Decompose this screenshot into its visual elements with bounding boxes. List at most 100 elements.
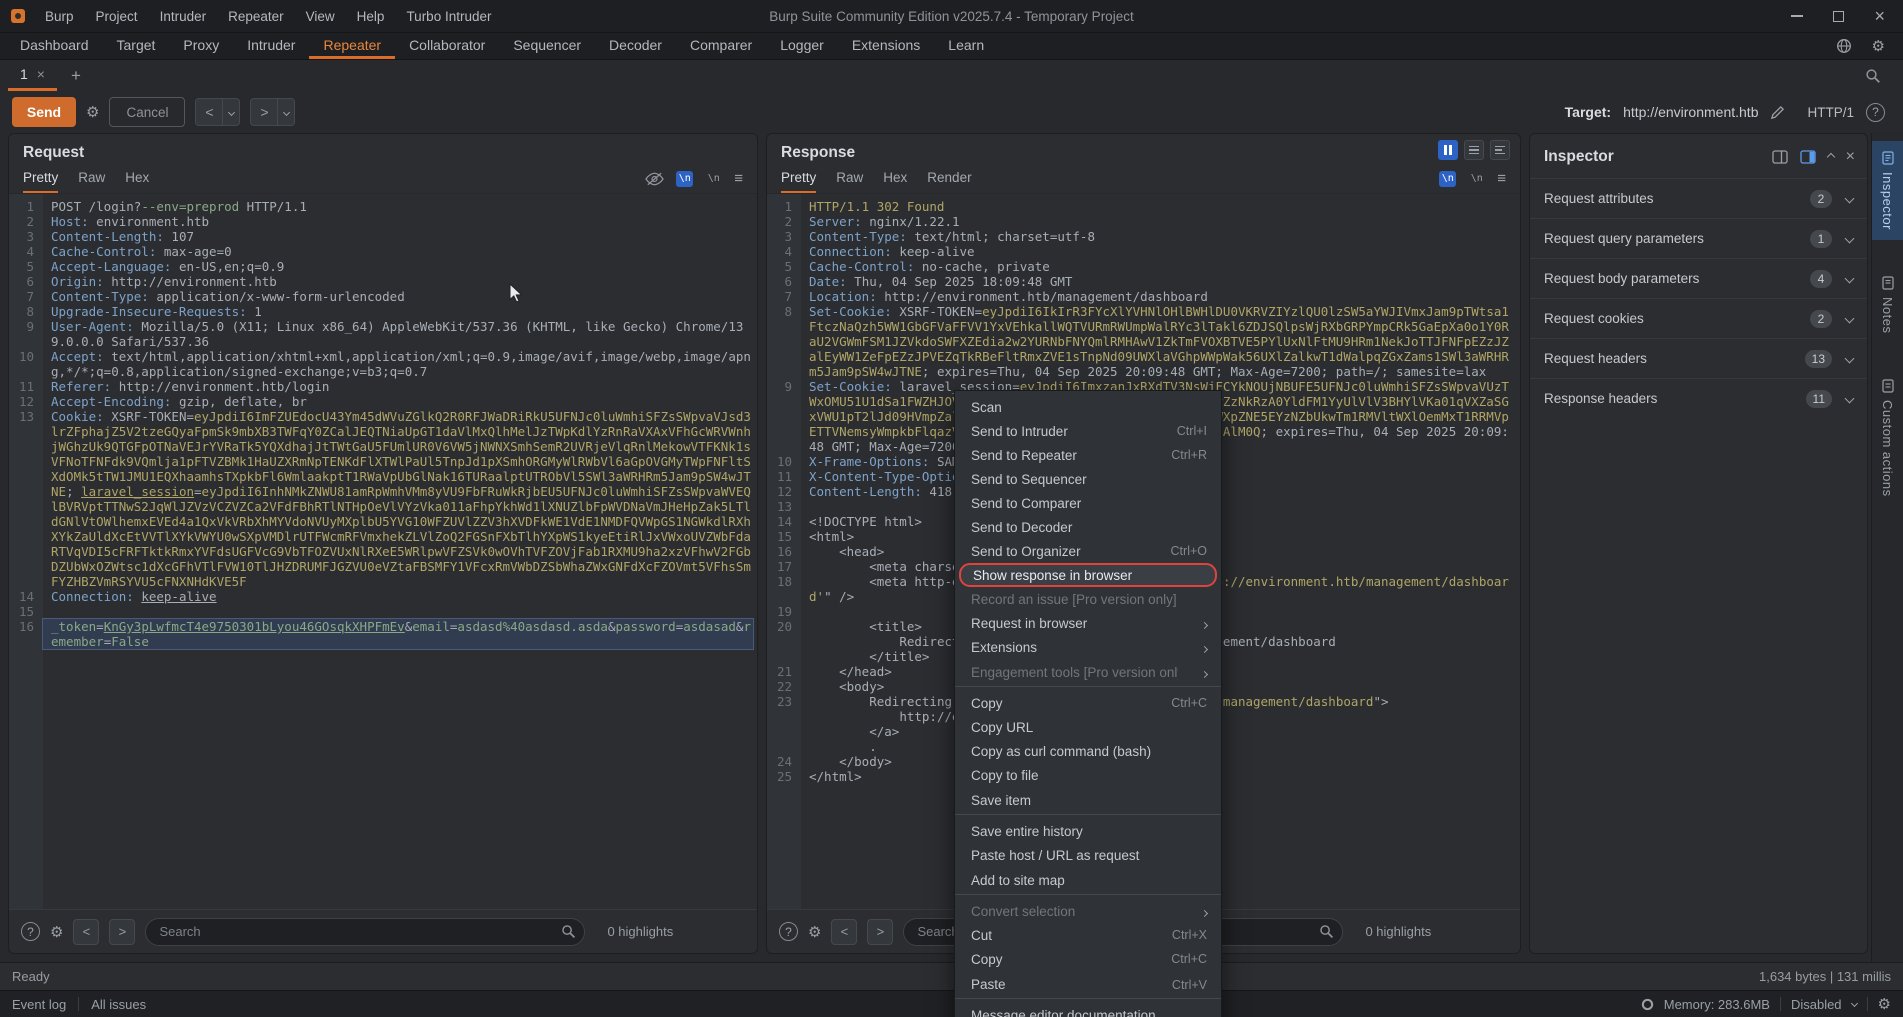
- request-view-tab[interactable]: Pretty: [23, 164, 58, 193]
- code-line[interactable]: 1POST /login?--env=preprod HTTP/1.1: [9, 199, 753, 214]
- response-view-tab[interactable]: Hex: [883, 164, 907, 193]
- context-menu-item[interactable]: Save item: [955, 787, 1221, 815]
- response-view-tab[interactable]: Pretty: [781, 164, 816, 193]
- settings-gear-icon[interactable]: ⚙: [1872, 37, 1885, 55]
- response-view-tab[interactable]: Raw: [836, 164, 863, 193]
- context-menu-item[interactable]: Save entire history: [955, 819, 1221, 843]
- help-icon[interactable]: ?: [1866, 103, 1885, 122]
- code-line[interactable]: 14Connection: keep-alive: [9, 589, 753, 604]
- edit-target-pencil-icon[interactable]: [1770, 105, 1785, 120]
- menubar-item[interactable]: Intruder: [149, 0, 218, 32]
- history-back-dropdown[interactable]: [223, 98, 240, 126]
- main-tab[interactable]: Decoder: [595, 33, 676, 59]
- settings-gear-icon[interactable]: ⚙: [1878, 995, 1891, 1013]
- code-line[interactable]: 16_token=KnGy3pLwfmcT4e9750301bLyou46GOs…: [9, 619, 753, 649]
- context-menu-item[interactable]: Copy as curl command (bash): [955, 739, 1221, 763]
- menubar-item[interactable]: Burp: [34, 0, 85, 32]
- code-line[interactable]: 7Location: http://environment.htb/manage…: [767, 289, 1516, 304]
- request-editor[interactable]: 1POST /login?--env=preprod HTTP/1.12Host…: [9, 194, 757, 909]
- history-back-button[interactable]: <: [195, 98, 223, 126]
- code-line[interactable]: 5Cache-Control: no-cache, private: [767, 259, 1516, 274]
- context-menu-item[interactable]: Send to Repeater Ctrl+R: [955, 443, 1221, 467]
- code-line[interactable]: 10Accept: text/html,application/xhtml+xm…: [9, 349, 753, 379]
- code-line[interactable]: 11Referer: http://environment.htb/login: [9, 379, 753, 394]
- main-tab[interactable]: Proxy: [169, 33, 233, 59]
- send-button[interactable]: Send: [12, 97, 76, 127]
- show-newlines-icon[interactable]: \n: [705, 171, 722, 187]
- inspector-section[interactable]: Request cookies 2: [1530, 298, 1867, 338]
- inspector-layout-icon[interactable]: [1772, 150, 1788, 164]
- minimize-button[interactable]: [1791, 15, 1803, 17]
- main-tab[interactable]: Learn: [934, 33, 998, 59]
- context-menu-item[interactable]: Cut Ctrl+X: [955, 923, 1221, 947]
- history-forward-button[interactable]: >: [250, 98, 278, 126]
- wrap-lines-icon[interactable]: \n: [676, 171, 693, 187]
- editor-menu-icon[interactable]: ≡: [734, 170, 743, 187]
- collapse-all-icon[interactable]: [1828, 154, 1834, 160]
- scan-mode-label[interactable]: Disabled: [1791, 997, 1842, 1012]
- all-issues-button[interactable]: All issues: [91, 997, 146, 1012]
- inspector-section[interactable]: Response headers 11: [1530, 378, 1867, 418]
- editor-menu-icon[interactable]: ≡: [1497, 170, 1506, 187]
- response-search-prev-button[interactable]: <: [831, 919, 857, 945]
- context-menu-item[interactable]: Request in browser: [955, 611, 1221, 635]
- context-menu-item[interactable]: Engagement tools [Pro version only]: [955, 659, 1221, 687]
- code-line[interactable]: 8Upgrade-Insecure-Requests: 1: [9, 304, 753, 319]
- context-menu-item[interactable]: Copy URL: [955, 715, 1221, 739]
- context-menu-item[interactable]: Copy Ctrl+C: [955, 691, 1221, 715]
- layout-tabs-icon[interactable]: [1490, 140, 1510, 160]
- show-newlines-icon[interactable]: \n: [1468, 171, 1485, 187]
- context-menu-item[interactable]: Send to Sequencer: [955, 467, 1221, 491]
- context-menu-item[interactable]: Message editor documentation: [955, 1003, 1221, 1017]
- code-line[interactable]: 1HTTP/1.1 302 Found: [767, 199, 1516, 214]
- http-version-label[interactable]: HTTP/1: [1807, 105, 1854, 120]
- code-line[interactable]: 15: [9, 604, 753, 619]
- code-line[interactable]: 9User-Agent: Mozilla/5.0 (X11; Linux x86…: [9, 319, 753, 349]
- code-line[interactable]: 12Accept-Encoding: gzip, deflate, br: [9, 394, 753, 409]
- menubar-item[interactable]: Project: [85, 0, 149, 32]
- main-tab[interactable]: Collaborator: [395, 33, 499, 59]
- context-menu-item[interactable]: Paste Ctrl+V: [955, 971, 1221, 999]
- cancel-button[interactable]: Cancel: [109, 97, 185, 127]
- inspector-section[interactable]: Request body parameters 4: [1530, 258, 1867, 298]
- inspector-section[interactable]: Request attributes 2: [1530, 178, 1867, 218]
- request-search-next-button[interactable]: >: [109, 919, 135, 945]
- context-menu-item[interactable]: Send to Intruder Ctrl+I: [955, 419, 1221, 443]
- code-line[interactable]: 3Content-Type: text/html; charset=utf-8: [767, 229, 1516, 244]
- main-tab[interactable]: Dashboard: [6, 33, 103, 59]
- wrap-lines-icon[interactable]: \n: [1439, 171, 1456, 187]
- inspector-section[interactable]: Request headers 13: [1530, 338, 1867, 378]
- browser-globe-icon[interactable]: [1836, 38, 1852, 54]
- code-line[interactable]: 6Origin: http://environment.htb: [9, 274, 753, 289]
- code-line[interactable]: 8Set-Cookie: XSRF-TOKEN=eyJpdiI6IkIrR3FY…: [767, 304, 1516, 379]
- context-menu-item[interactable]: Send to Organizer Ctrl+O: [955, 539, 1221, 563]
- main-tab[interactable]: Extensions: [838, 33, 934, 59]
- code-line[interactable]: 3Content-Length: 107: [9, 229, 753, 244]
- close-tab-icon[interactable]: ×: [37, 66, 45, 82]
- menubar-item[interactable]: Repeater: [217, 0, 295, 32]
- context-menu-item[interactable]: Add to site map: [955, 867, 1221, 895]
- code-line[interactable]: 4Cache-Control: max-age=0: [9, 244, 753, 259]
- menubar-item[interactable]: Turbo Intruder: [395, 0, 502, 32]
- request-search-help-icon[interactable]: ?: [21, 922, 40, 941]
- main-tab[interactable]: Intruder: [233, 33, 309, 59]
- request-search-prev-button[interactable]: <: [73, 919, 99, 945]
- strip-tab-inspector[interactable]: Inspector: [1872, 141, 1903, 240]
- main-tab[interactable]: Sequencer: [499, 33, 595, 59]
- request-search-input[interactable]: [145, 918, 585, 946]
- request-view-tab[interactable]: Hex: [125, 164, 149, 193]
- strip-tab-custom-actions[interactable]: Custom actions: [1872, 369, 1903, 507]
- response-search-next-button[interactable]: >: [867, 919, 893, 945]
- context-menu-item[interactable]: Record an issue [Pro version only]: [955, 587, 1221, 611]
- menubar-item[interactable]: Help: [346, 0, 396, 32]
- code-line[interactable]: 5Accept-Language: en-US,en;q=0.9: [9, 259, 753, 274]
- context-menu-item[interactable]: Convert selection: [955, 899, 1221, 923]
- response-search-help-icon[interactable]: ?: [779, 922, 798, 941]
- context-menu-item[interactable]: Paste host / URL as request: [955, 843, 1221, 867]
- history-forward-dropdown[interactable]: [278, 98, 295, 126]
- add-tab-button[interactable]: +: [57, 60, 95, 91]
- main-tab[interactable]: Comparer: [676, 33, 766, 59]
- context-menu-item[interactable]: Extensions: [955, 635, 1221, 659]
- main-tab[interactable]: Logger: [766, 33, 838, 59]
- context-menu-item[interactable]: Copy Ctrl+C: [955, 947, 1221, 971]
